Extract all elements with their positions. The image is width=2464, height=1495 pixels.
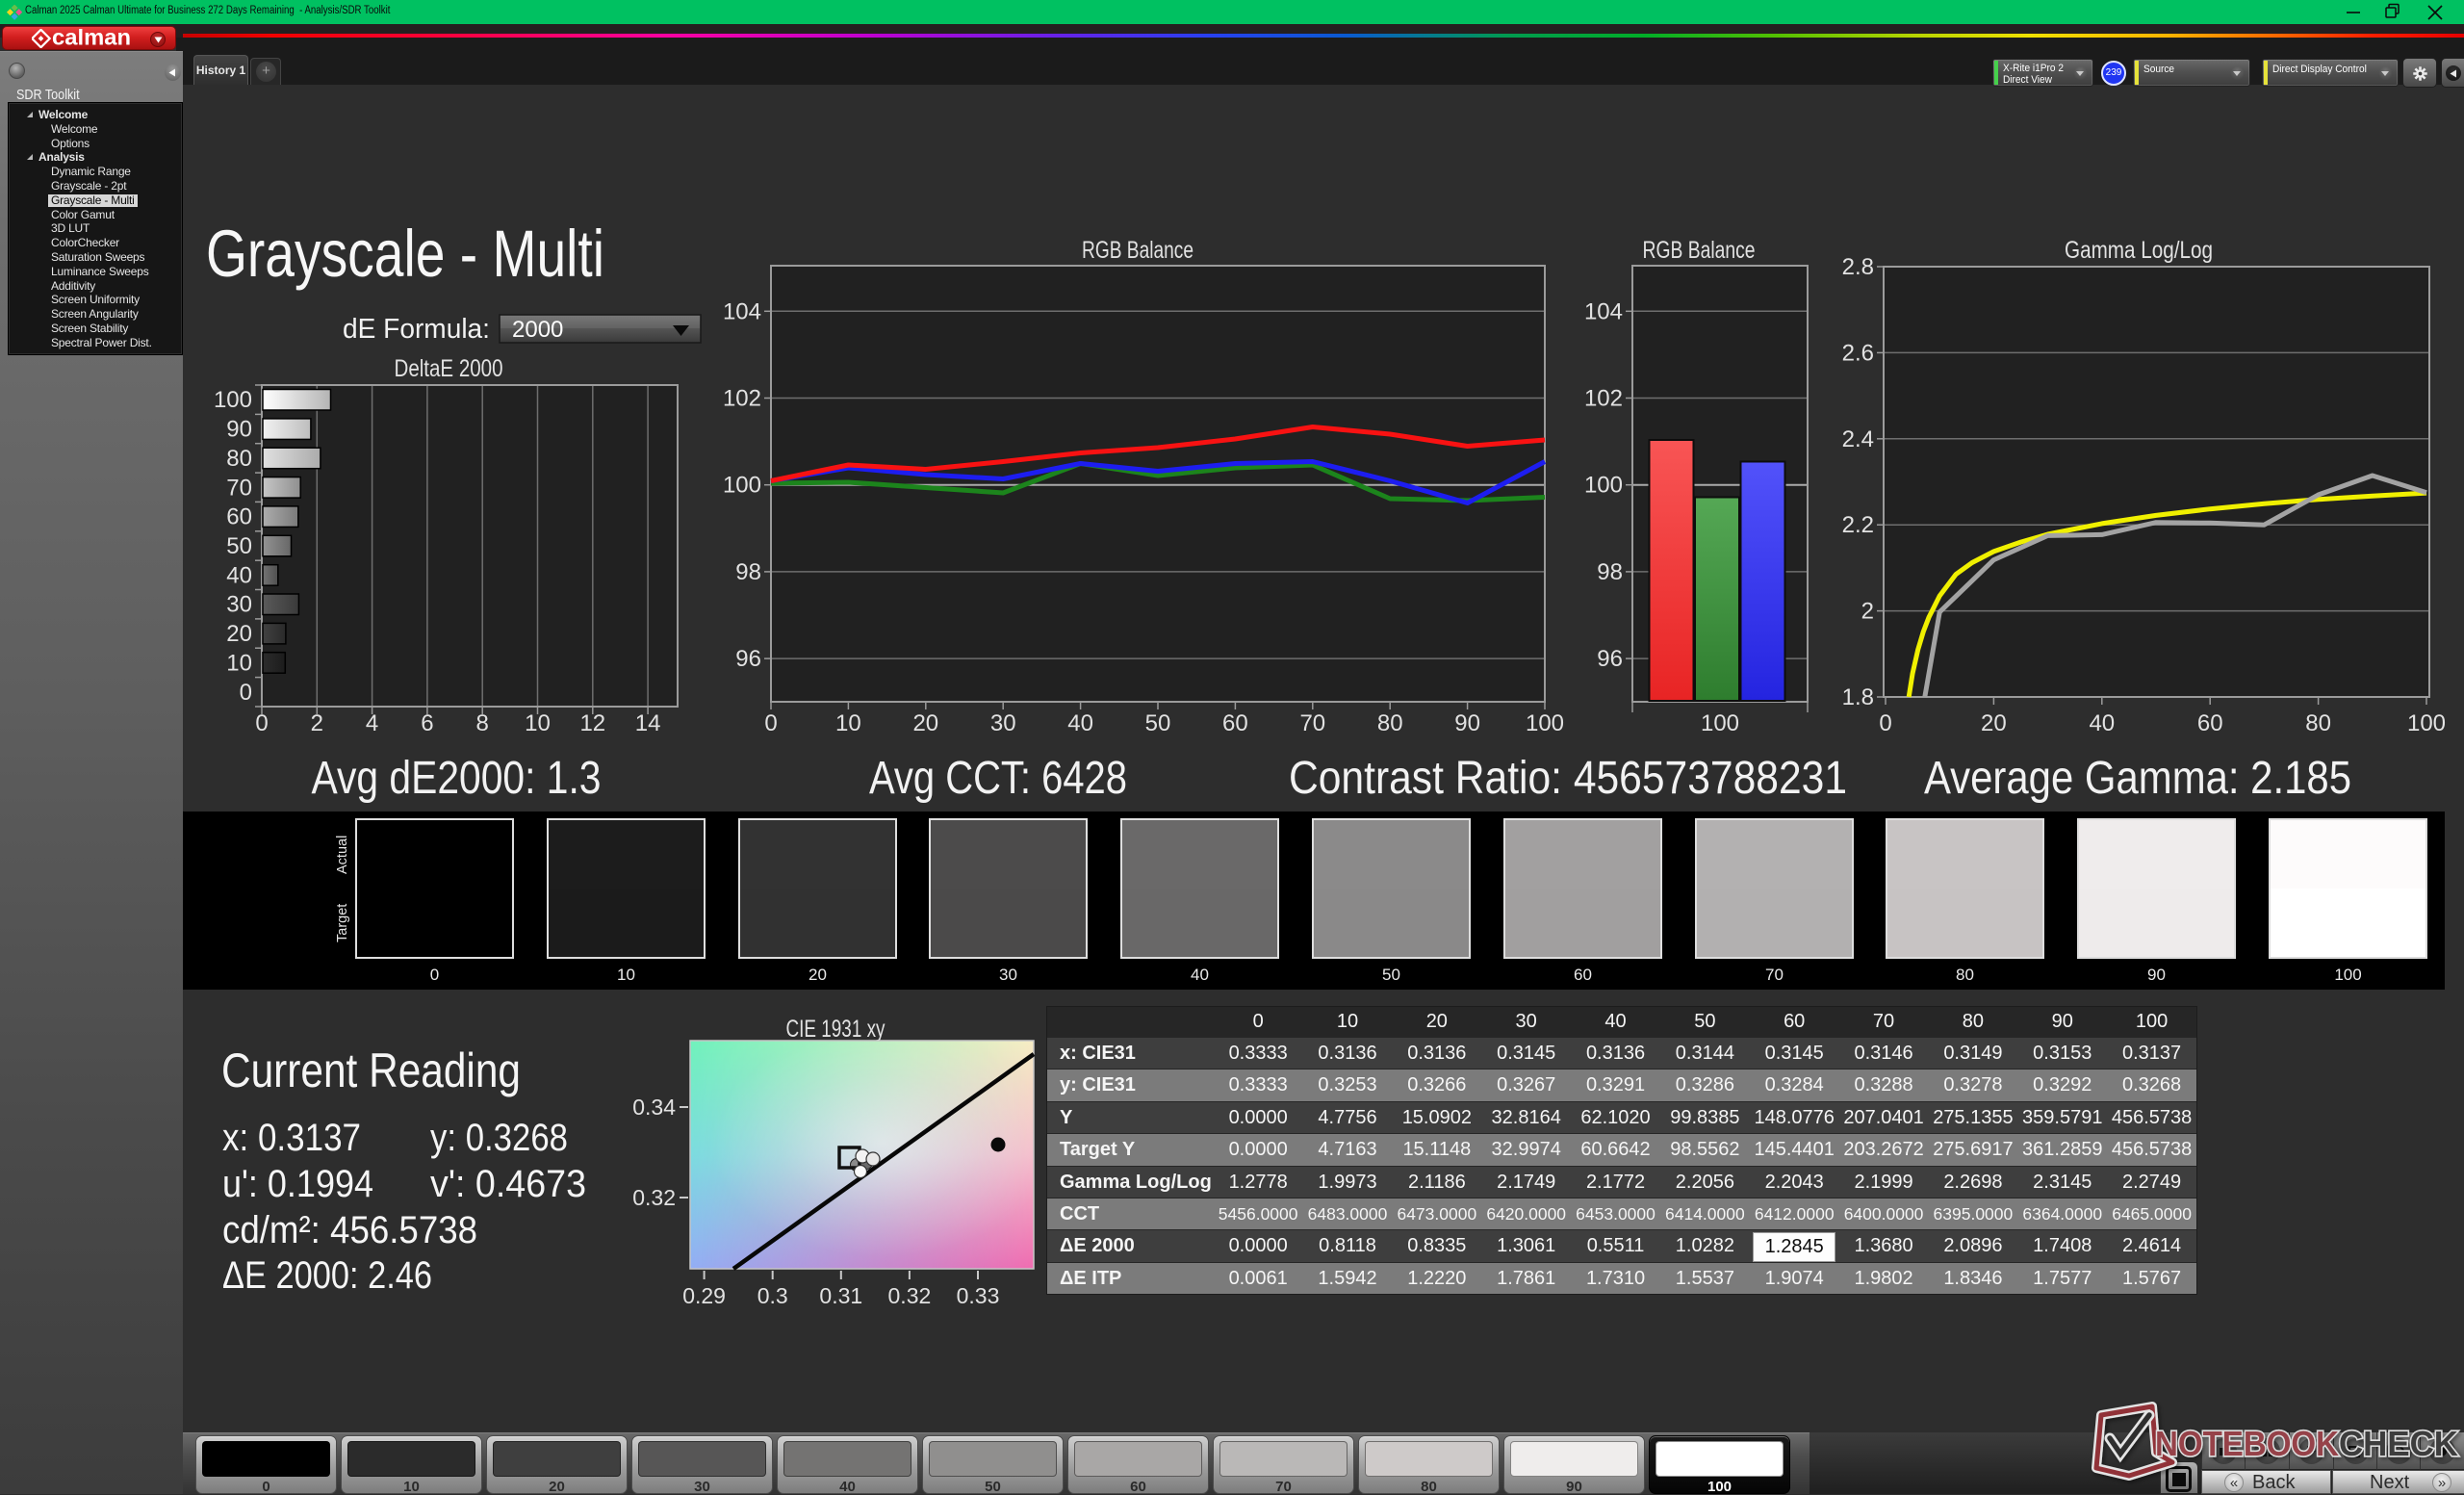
svg-text:Avg dE2000: 1.3: Avg dE2000: 1.3 [312, 753, 602, 804]
svg-text:20: 20 [1981, 710, 2007, 736]
svg-text:Current Reading: Current Reading [221, 1044, 521, 1097]
svg-text:cd/m²: 456.5738: cd/m²: 456.5738 [222, 1209, 477, 1251]
svg-text:2: 2 [311, 710, 323, 736]
svg-text:40: 40 [2089, 710, 2115, 736]
svg-text:Avg CCT: 6428: Avg CCT: 6428 [869, 753, 1127, 804]
svg-text:98: 98 [1597, 559, 1623, 585]
svg-text:RGB Balance: RGB Balance [1643, 237, 1756, 264]
svg-text:102: 102 [723, 386, 761, 412]
svg-text:10: 10 [226, 650, 252, 676]
svg-text:100: 100 [1701, 710, 1739, 736]
svg-text:0.29: 0.29 [682, 1283, 726, 1308]
svg-text:70: 70 [226, 475, 252, 501]
svg-text:100: 100 [1526, 710, 1564, 736]
svg-text:104: 104 [1584, 298, 1623, 324]
svg-text:50: 50 [226, 533, 252, 559]
svg-text:104: 104 [723, 298, 761, 324]
svg-text:CIE 1931 xy: CIE 1931 xy [786, 1016, 886, 1043]
svg-text:100: 100 [214, 387, 252, 413]
svg-text:2.4: 2.4 [1842, 426, 1874, 452]
svg-text:2.8: 2.8 [1842, 254, 1874, 280]
svg-text:x: 0.3137: x: 0.3137 [222, 1117, 361, 1159]
svg-text:u': 0.1994: u': 0.1994 [222, 1163, 373, 1205]
svg-text:90: 90 [1454, 710, 1480, 736]
svg-text:20: 20 [226, 621, 252, 647]
svg-text:102: 102 [1584, 386, 1623, 412]
svg-text:60: 60 [1222, 710, 1248, 736]
svg-text:70: 70 [1299, 710, 1325, 736]
svg-text:60: 60 [226, 504, 252, 530]
svg-text:40: 40 [226, 562, 252, 588]
svg-text:50: 50 [1145, 710, 1171, 736]
svg-text:0.34: 0.34 [632, 1095, 676, 1120]
svg-text:Average Gamma: 2.185: Average Gamma: 2.185 [1924, 753, 2351, 804]
svg-text:0.32: 0.32 [632, 1185, 676, 1210]
svg-text:DeltaE 2000: DeltaE 2000 [395, 355, 503, 382]
svg-text:12: 12 [579, 710, 605, 736]
svg-text:NOTEBOOK: NOTEBOOK [2155, 1424, 2339, 1463]
svg-text:2000: 2000 [512, 317, 563, 343]
svg-text:100: 100 [723, 473, 761, 499]
svg-text:0.33: 0.33 [957, 1283, 1000, 1308]
svg-text:100: 100 [1584, 473, 1623, 499]
svg-text:v': 0.4673: v': 0.4673 [430, 1163, 586, 1205]
svg-text:10: 10 [525, 710, 551, 736]
svg-text:ΔE 2000: 2.46: ΔE 2000: 2.46 [222, 1254, 432, 1297]
svg-text:calman: calman [52, 29, 131, 48]
svg-text:CHECK: CHECK [2339, 1424, 2458, 1463]
svg-text:80: 80 [1377, 710, 1403, 736]
svg-text:100: 100 [2407, 710, 2446, 736]
svg-text:4: 4 [366, 710, 378, 736]
svg-text:10: 10 [835, 710, 861, 736]
svg-text:Contrast Ratio: 456573788231: Contrast Ratio: 456573788231 [1289, 753, 1847, 804]
svg-text:RGB Balance: RGB Balance [1082, 237, 1194, 264]
svg-text:0: 0 [255, 710, 268, 736]
svg-text:8: 8 [476, 710, 489, 736]
svg-text:0.31: 0.31 [819, 1283, 862, 1308]
svg-text:2.6: 2.6 [1842, 340, 1874, 366]
svg-text:90: 90 [226, 417, 252, 443]
svg-text:96: 96 [1597, 646, 1623, 672]
svg-text:6: 6 [421, 710, 433, 736]
svg-text:14: 14 [635, 710, 661, 736]
svg-text:dE Formula:: dE Formula: [343, 314, 490, 345]
svg-text:30: 30 [226, 592, 252, 618]
svg-text:98: 98 [735, 559, 761, 585]
svg-text:80: 80 [226, 446, 252, 472]
svg-text:0.3: 0.3 [757, 1283, 788, 1308]
svg-text:2: 2 [1861, 599, 1874, 625]
svg-text:Grayscale - Multi: Grayscale - Multi [206, 217, 604, 291]
svg-text:30: 30 [990, 710, 1016, 736]
svg-text:80: 80 [2305, 710, 2331, 736]
svg-text:1.8: 1.8 [1842, 684, 1874, 710]
svg-text:0: 0 [240, 680, 252, 706]
svg-text:y: 0.3268: y: 0.3268 [430, 1117, 568, 1159]
svg-text:0: 0 [1879, 710, 1891, 736]
svg-text:20: 20 [912, 710, 938, 736]
svg-text:0: 0 [764, 710, 777, 736]
svg-text:Gamma Log/Log: Gamma Log/Log [2065, 237, 2213, 264]
svg-text:0.32: 0.32 [888, 1283, 932, 1308]
svg-text:40: 40 [1067, 710, 1093, 736]
svg-text:60: 60 [2197, 710, 2223, 736]
svg-text:96: 96 [735, 646, 761, 672]
svg-text:2.2: 2.2 [1842, 512, 1874, 538]
